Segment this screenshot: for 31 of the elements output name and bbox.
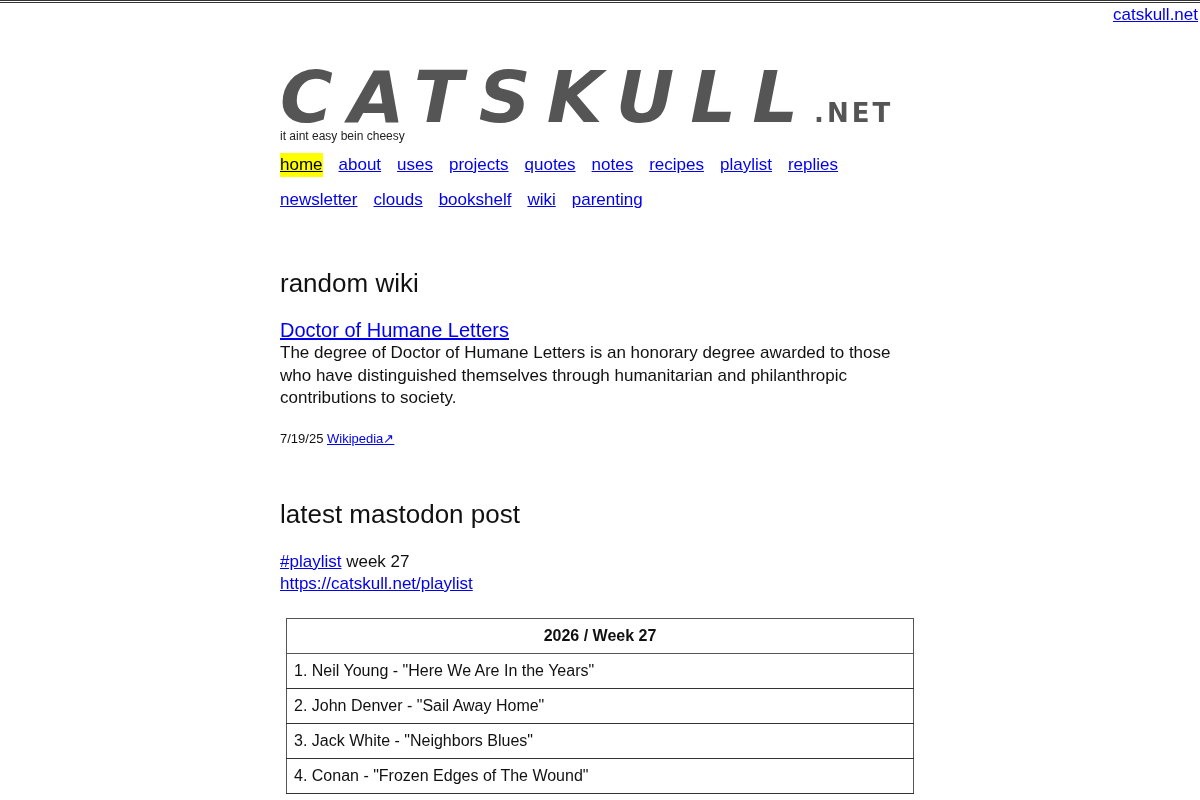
site-tagline: it aint easy bein cheesy [280,129,405,143]
nav-link[interactable]: uses [397,153,433,177]
source-link[interactable]: Wikipedia↗ [327,430,395,446]
nav-link[interactable]: wiki [527,188,556,212]
hashtag-link[interactable]: #playlist [280,551,342,571]
article-summary: The degree of Doctor of Humane Letters is an honorary degree awarded to those who have distinguished themselves through humanitarian and philanthropic contributions to society. [280,342,892,409]
url-link[interactable]: https://catskull.net/playlist [280,573,473,593]
nav-link[interactable]: quotes [524,153,576,177]
nav-link[interactable]: projects [449,153,509,177]
nav-link[interactable]: playlist [720,153,772,177]
article-date: 7/19/25 [280,430,324,446]
nav-link[interactable]: bookshelf [438,188,512,212]
nav-link[interactable]: about [338,153,382,177]
site-logo: CATSKULL.NET [280,65,894,129]
table-cell: 3. Jack White - "Neighbors Blues" [286,723,914,758]
nav-link[interactable]: notes [591,153,634,177]
table-header: 2026 / Week 27 [286,618,914,653]
post-text: #playlist week 27 https://catskull.net/playlist [280,550,473,595]
nav-link[interactable]: home [280,153,323,177]
section-heading: latest mastodon post [280,497,520,530]
article-link[interactable]: Doctor of Humane Letters [280,318,509,342]
nav-link[interactable]: clouds [373,188,423,212]
site-link[interactable]: catskull.net [1112,3,1198,27]
nav-link[interactable]: replies [787,153,839,177]
nav-link[interactable]: parenting [571,188,643,212]
table-cell: 1. Neil Young - "Here We Are In the Years" [286,653,914,688]
table-cell: 4. Conan - "Frozen Edges of The Wound" [286,758,914,793]
table-cell: 2. John Denver - "Sail Away Home" [286,688,914,723]
nav-link[interactable]: recipes [649,153,704,177]
nav-link[interactable]: newsletter [280,188,358,212]
section-heading: random wiki [280,267,419,299]
